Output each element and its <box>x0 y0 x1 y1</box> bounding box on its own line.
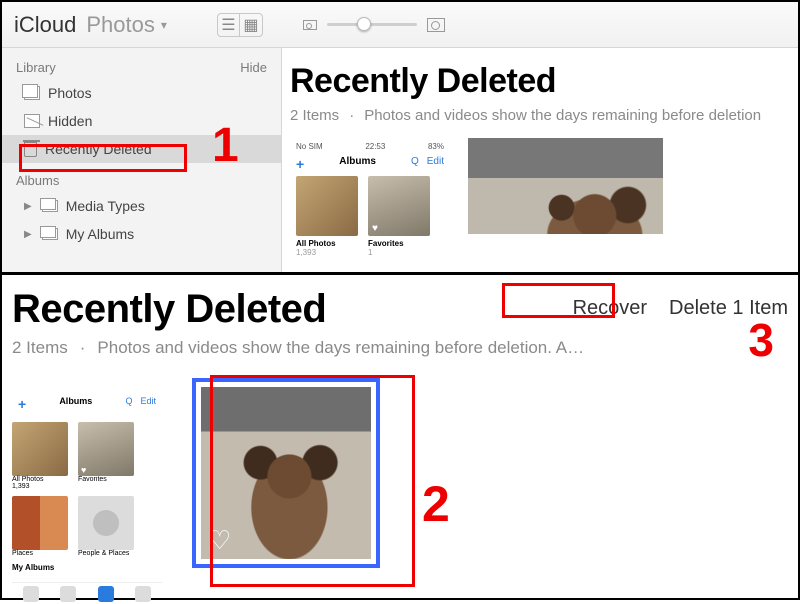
album-label: People & Places <box>78 550 134 557</box>
titlebar: iCloud Photos ▾ ☰ ▦ <box>2 2 798 48</box>
album-count: 1 <box>368 248 430 257</box>
status-time: 22:53 <box>365 142 385 151</box>
item-count: 2 Items <box>290 107 339 124</box>
edit-label: Edit <box>140 396 156 412</box>
phone-album-cell: Favorites 1 <box>368 176 430 257</box>
deleted-item-photo-selected[interactable]: ♡ <box>192 378 380 568</box>
album-thumb <box>78 422 134 476</box>
search-icon: Q <box>411 156 419 172</box>
add-icon: + <box>296 156 304 172</box>
search-icon: Q <box>125 396 132 412</box>
deleted-item-photo[interactable] <box>468 138 663 234</box>
dot-separator: · <box>80 338 86 358</box>
trash-icon <box>24 142 37 157</box>
album-label: All Photos <box>296 239 358 248</box>
photos-icon <box>24 86 40 100</box>
slider-thumb[interactable] <box>357 17 371 31</box>
tab-icon <box>98 586 114 602</box>
sidebar-item-label: My Albums <box>66 226 134 242</box>
sidebar-toggle-icon[interactable]: ☰ <box>218 14 240 36</box>
annotation-number-2: 2 <box>422 475 450 533</box>
album-thumb <box>78 496 134 550</box>
album-thumb <box>368 176 430 236</box>
phone-title: Albums <box>339 156 376 172</box>
page-title: Recently Deleted <box>12 287 326 332</box>
item-count: 2 Items <box>12 338 68 358</box>
heart-icon: ♡ <box>208 525 231 556</box>
phone-album-cell: All Photos 1,393 <box>12 422 68 490</box>
folder-icon <box>42 200 58 212</box>
thumbnail-slider[interactable] <box>327 23 417 26</box>
edit-label: Edit <box>427 156 444 172</box>
album-count: 1,393 <box>12 483 68 490</box>
album-thumb <box>12 422 68 476</box>
hide-button[interactable]: Hide <box>240 60 267 75</box>
status-right: 83% <box>428 142 444 151</box>
sidebar-item-hidden[interactable]: Hidden <box>2 107 281 135</box>
app-name: iCloud <box>14 12 76 38</box>
phone-album-cell: Places <box>12 496 68 557</box>
album-label: Favorites <box>78 476 134 483</box>
dot-separator: · <box>349 107 354 124</box>
phone-album-cell: All Photos 1,393 <box>296 176 358 257</box>
tab-icon <box>23 586 39 602</box>
album-label: Favorites <box>368 239 430 248</box>
phone-album-cell: Favorites <box>78 422 134 490</box>
tab-icon <box>60 586 76 602</box>
sidebar-item-my-albums[interactable]: ▶ My Albums <box>2 220 281 248</box>
chevron-down-icon[interactable]: ▾ <box>161 18 167 32</box>
deleted-item-screenshot[interactable]: + Albums Q Edit All Photos 1,393 Favorite… <box>12 378 162 604</box>
description-text: Photos and videos show the days remainin… <box>97 338 584 358</box>
description-text: Photos and videos show the days remainin… <box>364 107 761 124</box>
albums-heading: Albums <box>2 163 281 192</box>
add-icon: + <box>18 396 26 412</box>
sidebar-item-recently-deleted[interactable]: Recently Deleted <box>2 135 281 163</box>
album-label: Places <box>12 550 68 557</box>
disclosure-triangle-icon[interactable]: ▶ <box>24 229 32 240</box>
annotation-number-3: 3 <box>748 313 774 367</box>
folder-icon <box>42 228 58 240</box>
thumb-large-icon <box>427 18 445 32</box>
annotation-number-1: 1 <box>212 118 239 173</box>
sidebar-item-label: Recently Deleted <box>45 141 152 157</box>
disclosure-triangle-icon[interactable]: ▶ <box>24 201 32 212</box>
status-left: No SIM <box>296 142 323 151</box>
sidebar: Library Hide Photos Hidden Recently Dele… <box>2 48 282 272</box>
thumb-small-icon <box>303 20 317 30</box>
album-thumb <box>296 176 358 236</box>
album-thumb <box>12 496 68 550</box>
hidden-icon <box>24 114 40 128</box>
my-albums-label: My Albums <box>12 563 162 572</box>
main-content: Recently Deleted 2 Items · Photos and vi… <box>282 48 798 272</box>
grid-view-icon[interactable]: ▦ <box>240 14 262 36</box>
thumbnail-size-control[interactable] <box>303 18 445 32</box>
album-count: 1,393 <box>296 248 358 257</box>
library-heading: Library <box>16 60 56 75</box>
recover-button[interactable]: Recover <box>573 297 647 320</box>
sidebar-item-media-types[interactable]: ▶ Media Types <box>2 192 281 220</box>
sidebar-item-label: Photos <box>48 85 92 101</box>
sidebar-item-photos[interactable]: Photos <box>2 79 281 107</box>
section-name[interactable]: Photos <box>86 12 155 38</box>
phone-title: Albums <box>59 396 92 412</box>
phone-tabbar <box>12 582 162 604</box>
album-label: All Photos <box>12 476 68 483</box>
page-title: Recently Deleted <box>290 62 798 101</box>
dog-image <box>468 138 663 234</box>
deleted-item-screenshot[interactable]: No SIM 22:53 83% + Albums Q Edit All Phot… <box>290 138 450 257</box>
sidebar-item-label: Hidden <box>48 113 92 129</box>
view-toggle[interactable]: ☰ ▦ <box>217 13 263 37</box>
sidebar-item-label: Media Types <box>66 198 145 214</box>
phone-album-cell: People & Places <box>78 496 134 557</box>
tab-icon <box>135 586 151 602</box>
